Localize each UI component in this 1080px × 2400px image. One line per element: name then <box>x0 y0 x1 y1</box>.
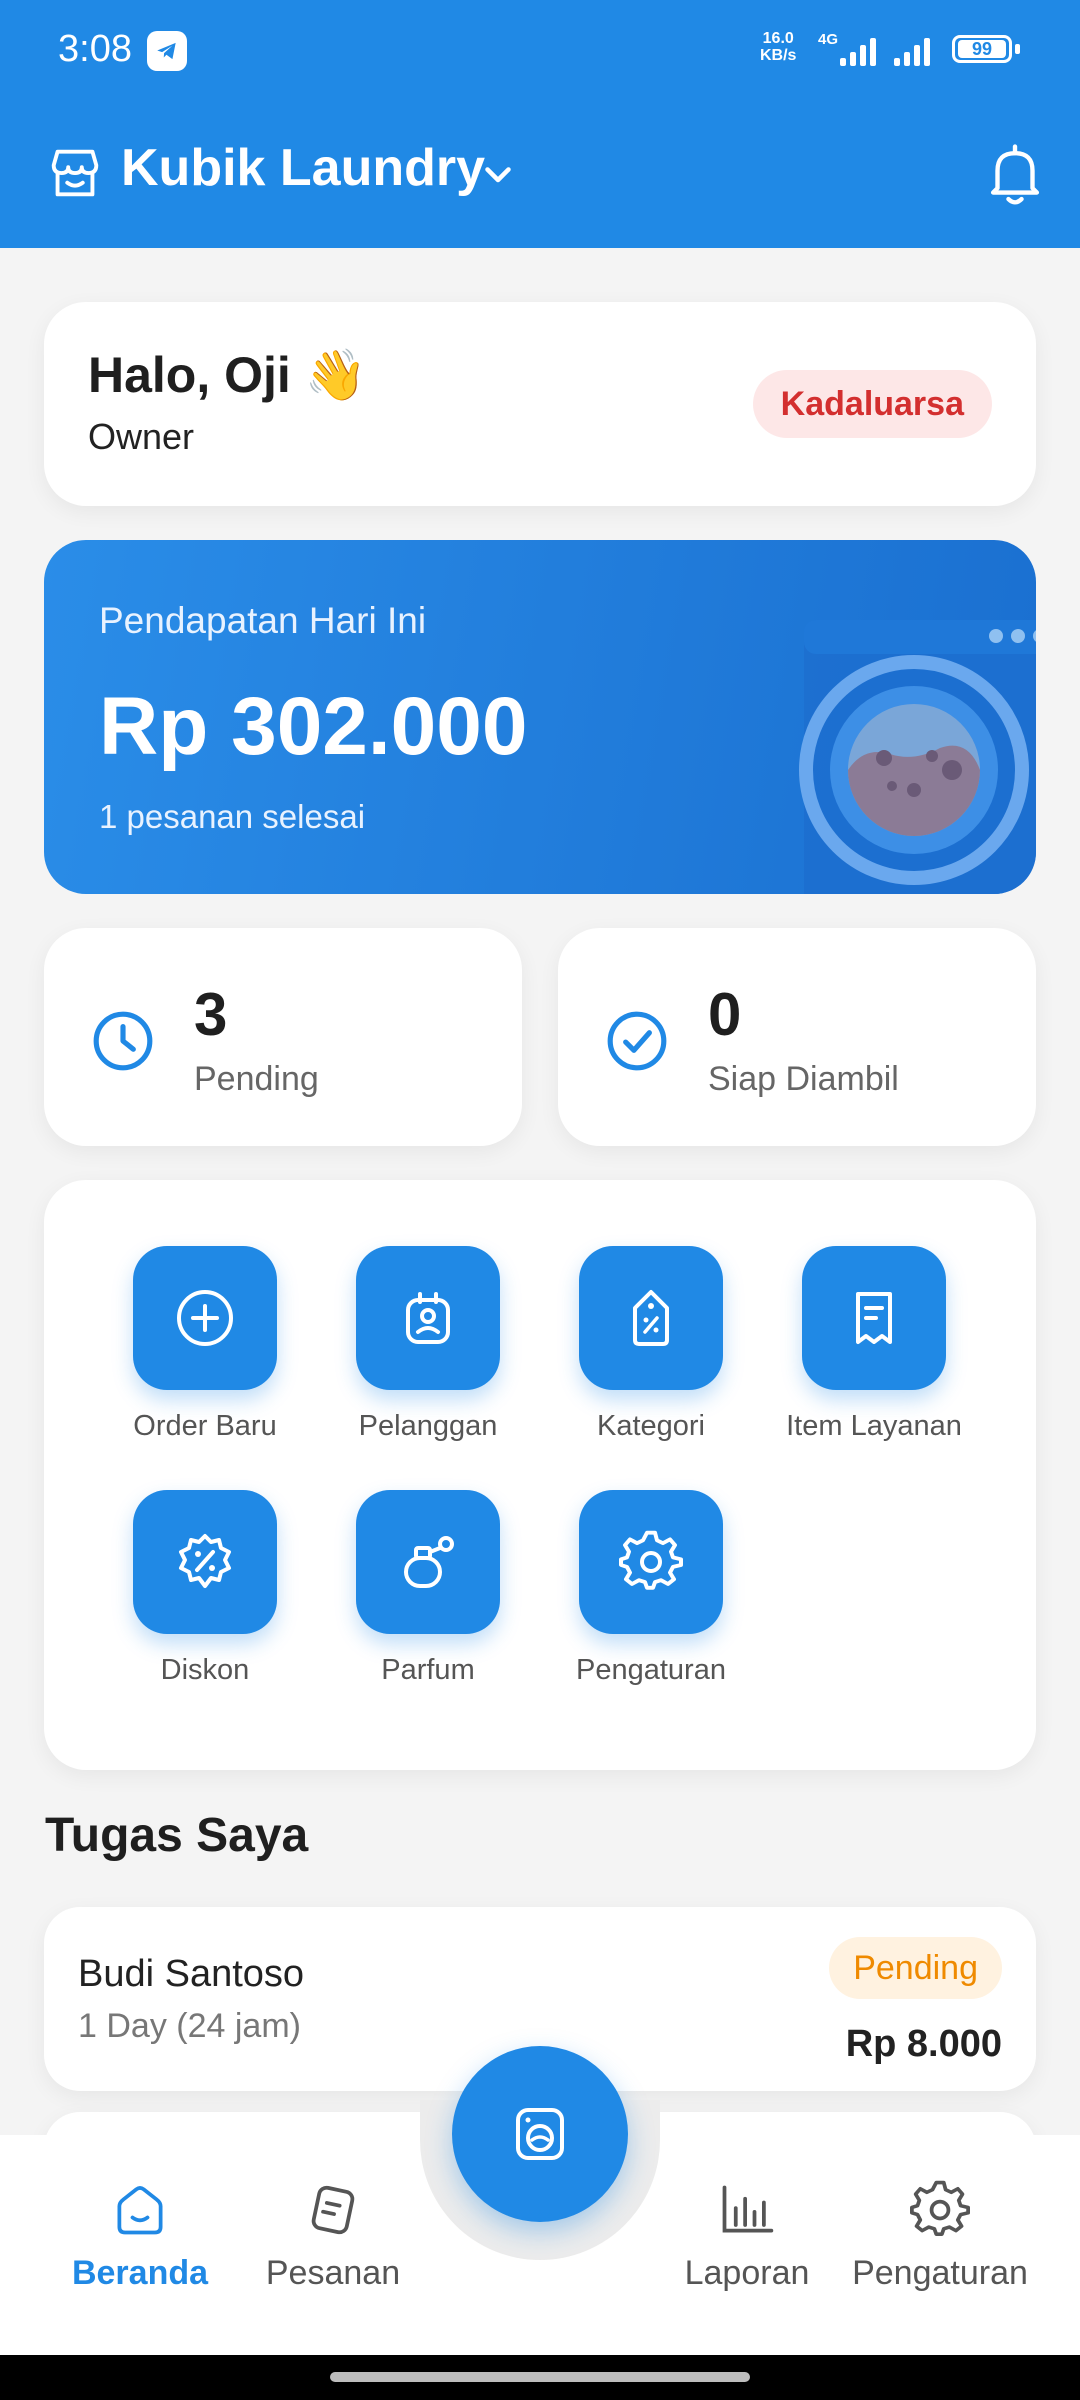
menu-order-baru[interactable]: Order Baru <box>105 1246 305 1443</box>
menu-tile[interactable] <box>579 1246 723 1390</box>
network-speed-value: 16.0 <box>762 30 794 47</box>
menu-item-layanan[interactable]: Item Layanan <box>774 1246 974 1443</box>
menu-tile[interactable] <box>356 1246 500 1390</box>
orders-icon <box>311 2185 355 2235</box>
plus-circle-icon <box>177 1290 233 1346</box>
nav-notch-edge <box>660 2135 1080 2175</box>
pending-label: Pending <box>194 1060 319 1098</box>
section-title: Tugas Saya <box>45 1809 309 1862</box>
washing-machine-illustration <box>799 620 1036 894</box>
store-icon[interactable] <box>44 142 106 204</box>
menu-label: Pelanggan <box>358 1410 498 1442</box>
menu-label: Item Layanan <box>786 1410 962 1442</box>
task-customer-name: Budi Santoso <box>78 1953 305 1995</box>
gear-icon <box>619 1530 683 1590</box>
signal-icon <box>894 38 930 66</box>
nav-beranda[interactable]: Beranda <box>40 2180 240 2293</box>
nav-label: Pengaturan <box>852 2254 1028 2292</box>
nav-notch-edge <box>0 2135 420 2175</box>
menu-parfum[interactable]: Parfum <box>328 1490 528 1687</box>
menu-label: Pengaturan <box>576 1654 726 1686</box>
menu-label: Kategori <box>596 1410 705 1442</box>
app-bar: Kubik Laundry <box>0 100 1080 248</box>
status-bar: 3:08 16.0 KB/s 4G 99 <box>0 0 1080 100</box>
menu-pengaturan[interactable]: Pengaturan <box>551 1490 751 1687</box>
battery-icon: 99 <box>952 35 1012 63</box>
nav-label: Pesanan <box>265 2254 401 2292</box>
menu-pelanggan[interactable]: Pelanggan <box>328 1246 528 1443</box>
menu-label: Diskon <box>160 1654 250 1686</box>
clock-icon <box>93 1011 153 1071</box>
menu-tile[interactable] <box>802 1246 946 1390</box>
menu-diskon[interactable]: Diskon <box>105 1490 305 1687</box>
nav-laporan[interactable]: Laporan <box>647 2180 847 2293</box>
task-service: 1 Day (24 jam) <box>78 2007 301 2045</box>
revenue-card[interactable]: Pendapatan Hari Ini Rp 302.000 1 pesanan… <box>44 540 1036 894</box>
user-role: Owner <box>88 416 195 457</box>
washing-machine-icon <box>516 2108 564 2160</box>
battery-cap <box>1015 44 1020 54</box>
menu-tile[interactable] <box>356 1490 500 1634</box>
subscription-status-badge[interactable]: Kadaluarsa <box>752 370 992 438</box>
greeting-title: Halo, Oji 👋 <box>88 347 367 403</box>
signal-icon <box>840 38 876 66</box>
pending-stat-card[interactable]: 3 Pending <box>44 928 522 1146</box>
system-gesture-bar <box>0 2355 1080 2400</box>
greeting-card: Halo, Oji 👋 Owner Kadaluarsa <box>44 302 1036 506</box>
telegram-icon <box>147 31 187 71</box>
task-price: Rp 8.000 <box>845 2023 1002 2065</box>
pending-count: 3 <box>194 981 228 1048</box>
ready-pickup-stat-card[interactable]: 0 Siap Diambil <box>558 928 1036 1146</box>
nav-label: Laporan <box>684 2254 810 2292</box>
ready-pickup-label: Siap Diambil <box>708 1060 899 1098</box>
network-speed-unit: KB/s <box>760 47 797 64</box>
revenue-label: Pendapatan Hari Ini <box>99 600 427 641</box>
revenue-subtitle: 1 pesanan selesai <box>99 798 366 835</box>
task-status-badge: Pending <box>829 1937 1002 1999</box>
menu-tile[interactable] <box>133 1246 277 1390</box>
menu-tile[interactable] <box>579 1490 723 1634</box>
menu-tile[interactable] <box>133 1490 277 1634</box>
revenue-value: Rp 302.000 <box>99 681 528 772</box>
network-type: 4G <box>818 31 839 48</box>
ready-pickup-count: 0 <box>708 981 742 1048</box>
customer-badge-icon <box>406 1292 450 1344</box>
battery-level: 99 <box>958 40 1006 58</box>
check-circle-icon <box>607 1011 667 1071</box>
quick-menu-card: Order Baru Pelanggan Kategori Item Layan… <box>44 1180 1036 1770</box>
tag-percent-icon <box>633 1290 669 1346</box>
menu-label: Order Baru <box>133 1410 277 1442</box>
gear-icon <box>910 2180 970 2236</box>
status-time: 3:08 <box>58 28 132 70</box>
nav-pesanan[interactable]: Pesanan <box>233 2180 433 2293</box>
store-name[interactable]: Kubik Laundry <box>121 138 485 198</box>
discount-icon <box>179 1534 231 1588</box>
home-icon <box>117 2186 163 2235</box>
bell-icon[interactable] <box>980 140 1050 210</box>
fab-button[interactable] <box>452 2046 628 2222</box>
receipt-icon <box>856 1292 892 1344</box>
menu-label: Parfum <box>381 1654 475 1686</box>
menu-kategori[interactable]: Kategori <box>551 1246 751 1443</box>
bar-chart-icon <box>722 2185 774 2233</box>
chevron-down-icon[interactable] <box>480 156 516 192</box>
nav-label: Beranda <box>71 2254 209 2292</box>
nav-pengaturan[interactable]: Pengaturan <box>840 2180 1040 2293</box>
network-speed: 16.0 KB/s <box>760 30 796 64</box>
perfume-icon <box>404 1536 454 1588</box>
home-gesture-pill[interactable] <box>330 2372 750 2382</box>
